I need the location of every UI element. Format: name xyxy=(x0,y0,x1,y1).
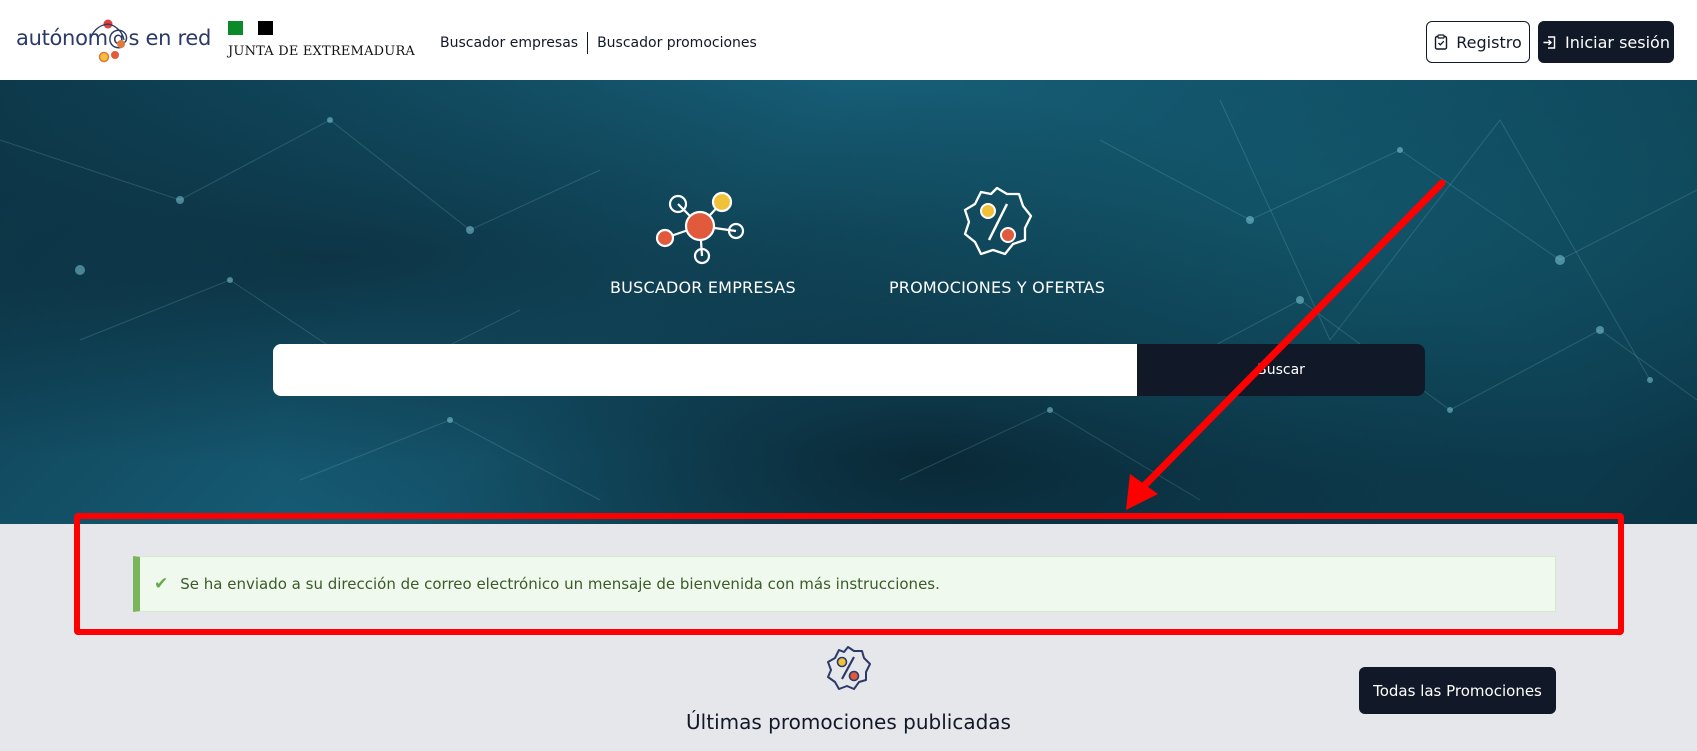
hero-promociones-label: PROMOCIONES Y OFERTAS xyxy=(888,278,1106,297)
hero-banner: BUSCADOR EMPRESAS PROMOCIONES Y OFERTAS … xyxy=(0,80,1697,524)
flag-green xyxy=(228,21,243,35)
promotions-percent-icon xyxy=(827,646,871,690)
hero-buscador-empresas-label: BUSCADOR EMPRESAS xyxy=(610,278,796,297)
nav-buscador-empresas[interactable]: Buscador empresas xyxy=(440,35,578,51)
autonomos-logo[interactable]: autónom@s en red xyxy=(16,14,211,64)
flag-black xyxy=(258,21,273,35)
alert-message: Se ha enviado a su dirección de correo e… xyxy=(180,575,940,593)
junta-text: JUNTA DE EXTREMADURA xyxy=(228,44,416,59)
all-promotions-label: Todas las Promociones xyxy=(1373,681,1542,700)
nav-separator xyxy=(587,32,589,54)
nav-buscador-promociones[interactable]: Buscador promociones xyxy=(597,35,757,51)
register-label: Registro xyxy=(1456,32,1522,52)
network-icon xyxy=(655,191,745,265)
success-alert: ✔ Se ha enviado a su dirección de correo… xyxy=(133,556,1556,612)
login-icon xyxy=(1543,35,1556,49)
hero-promociones-ofertas[interactable]: PROMOCIONES Y OFERTAS xyxy=(880,178,1114,297)
logo-dots-icon xyxy=(89,19,125,63)
top-header: autónom@s en red JUNTA DE EXTREMADURA Bu… xyxy=(0,0,1697,80)
percent-badge-icon xyxy=(963,186,1033,256)
all-promotions-button[interactable]: Todas las Promociones xyxy=(1359,667,1556,714)
network-background-decoration xyxy=(0,99,1697,501)
login-button[interactable]: Iniciar sesión xyxy=(1538,21,1674,63)
main-nav: Buscador empresas Buscador promociones xyxy=(440,32,757,54)
search-input[interactable] xyxy=(273,344,1137,396)
clipboard-icon xyxy=(1435,34,1448,50)
junta-extremadura-logo[interactable]: JUNTA DE EXTREMADURA xyxy=(228,18,415,64)
register-button[interactable]: Registro xyxy=(1426,21,1530,63)
hero-buscador-empresas[interactable]: BUSCADOR EMPRESAS xyxy=(610,178,796,297)
search-button[interactable]: Buscar xyxy=(1137,344,1425,396)
login-label: Iniciar sesión xyxy=(1565,32,1670,52)
check-icon: ✔ xyxy=(154,574,169,594)
search-button-label: Buscar xyxy=(1257,362,1305,378)
section-title: Últimas promociones publicadas xyxy=(686,710,1011,734)
